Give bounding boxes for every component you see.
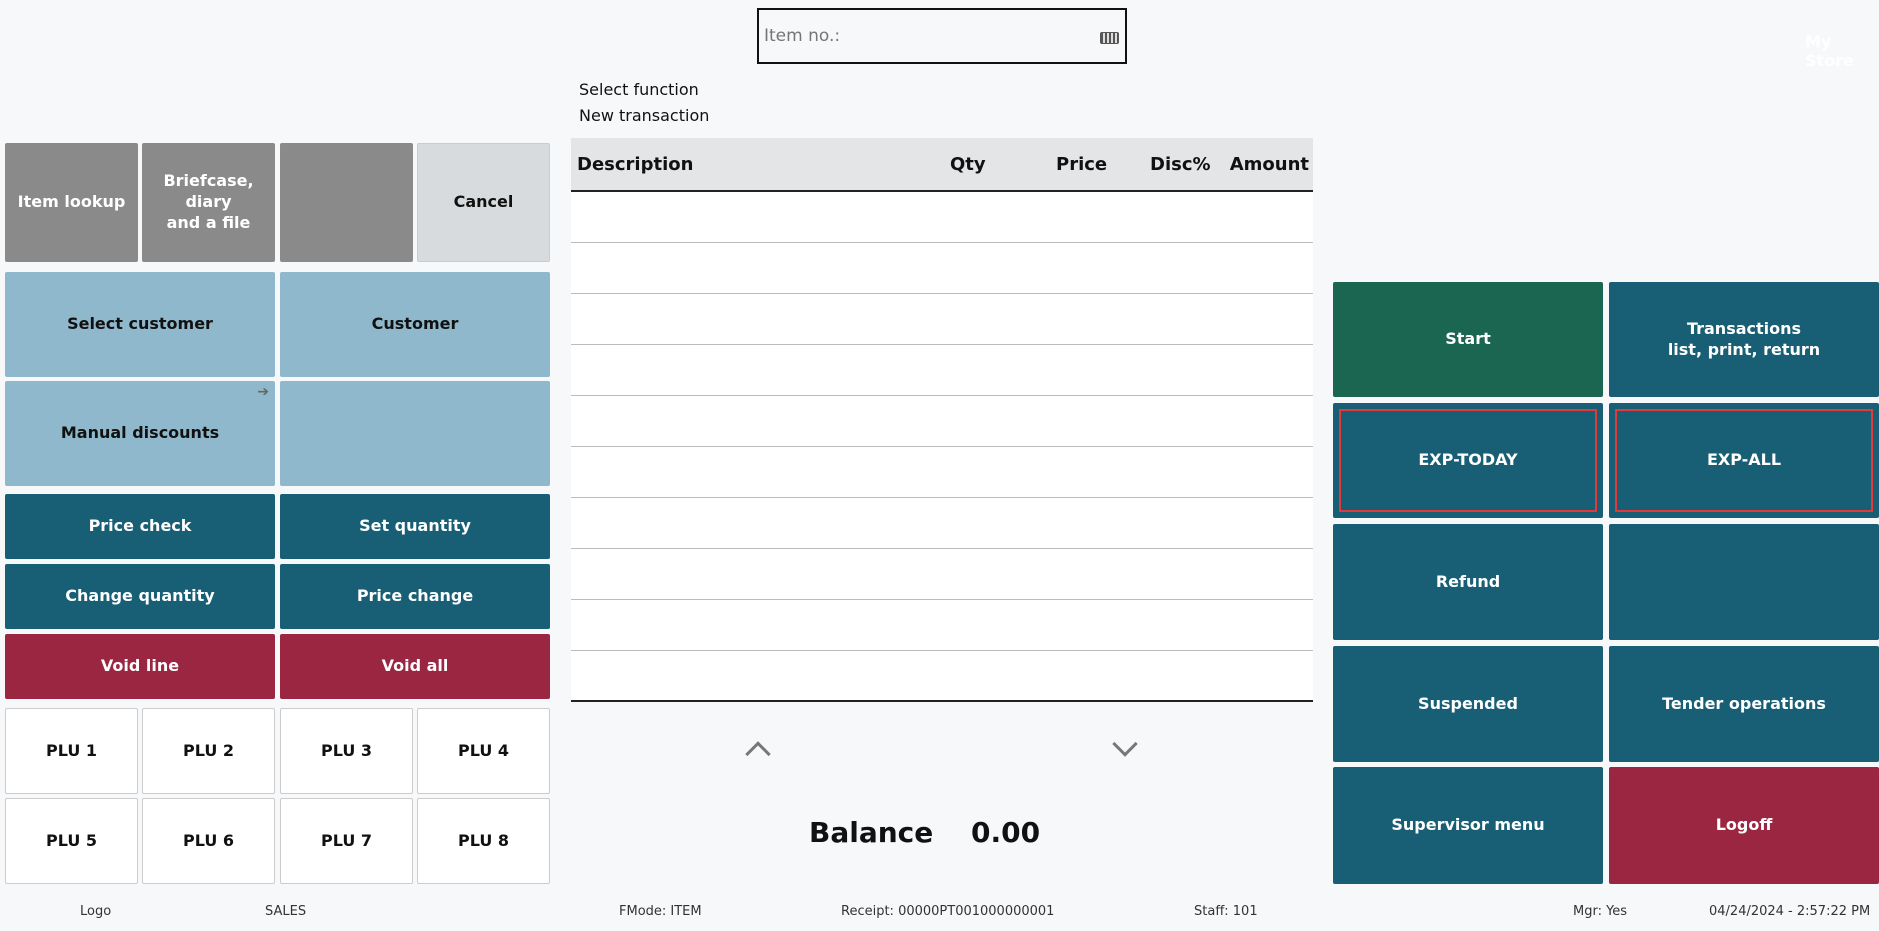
transactions-button[interactable]: Transactions list, print, return xyxy=(1609,282,1879,397)
plu-8-button[interactable]: PLU 8 xyxy=(417,798,550,884)
arrow-right-icon: ➔ xyxy=(257,384,269,400)
info-line-1: Select function xyxy=(579,80,699,99)
item-lookup-button[interactable]: Item lookup xyxy=(5,143,138,262)
plu-4-button[interactable]: PLU 4 xyxy=(417,708,550,794)
item-number-input[interactable] xyxy=(764,26,1064,46)
cancel-button[interactable]: Cancel xyxy=(417,143,550,262)
balance-label: Balance xyxy=(809,816,934,849)
briefcase-button[interactable]: Briefcase, diary and a file xyxy=(142,143,275,262)
plu-2-button[interactable]: PLU 2 xyxy=(142,708,275,794)
logoff-button[interactable]: Logoff xyxy=(1609,767,1879,884)
scroll-up-icon[interactable] xyxy=(745,741,771,767)
table-row[interactable] xyxy=(571,600,1313,651)
table-row[interactable] xyxy=(571,447,1313,498)
store-name: My Store xyxy=(1805,32,1854,70)
col-price: Price xyxy=(1056,153,1108,175)
void-all-button[interactable]: Void all xyxy=(280,634,550,699)
table-header: Description Qty Price Disc% Amount xyxy=(571,138,1313,192)
set-quantity-button[interactable]: Set quantity xyxy=(280,494,550,559)
table-row[interactable] xyxy=(571,498,1313,549)
status-manager: Mgr: Yes xyxy=(1573,904,1628,919)
void-line-button[interactable]: Void line xyxy=(5,634,275,699)
blank-button[interactable] xyxy=(280,143,413,262)
table-row[interactable] xyxy=(571,651,1313,702)
info-line-2: New transaction xyxy=(579,106,710,125)
item-number-field[interactable] xyxy=(757,8,1127,64)
plu-5-button[interactable]: PLU 5 xyxy=(5,798,138,884)
col-amount: Amount xyxy=(1229,153,1309,175)
transaction-table: Description Qty Price Disc% Amount xyxy=(571,138,1313,702)
plu-1-button[interactable]: PLU 1 xyxy=(5,708,138,794)
keyboard-icon[interactable] xyxy=(1100,32,1119,44)
manual-discounts-button[interactable]: Manual discounts ➔ xyxy=(5,381,275,486)
balance-value: 0.00 xyxy=(971,816,1041,849)
start-button[interactable]: Start xyxy=(1333,282,1603,397)
status-datetime: 04/24/2024 - 2:57:22 PM xyxy=(1709,904,1871,919)
col-description: Description xyxy=(577,153,694,175)
suspended-button[interactable]: Suspended xyxy=(1333,646,1603,762)
blank-blue-button[interactable] xyxy=(280,381,550,486)
supervisor-menu-button[interactable]: Supervisor menu xyxy=(1333,767,1603,884)
plu-3-button[interactable]: PLU 3 xyxy=(280,708,413,794)
status-receipt: Receipt: 00000PT001000000001 xyxy=(841,904,1055,919)
select-customer-button[interactable]: Select customer xyxy=(5,272,275,377)
tender-operations-button[interactable]: Tender operations xyxy=(1609,646,1879,762)
scroll-down-icon[interactable] xyxy=(1112,731,1138,757)
manual-discounts-label: Manual discounts xyxy=(60,423,220,443)
customer-button[interactable]: Customer xyxy=(280,272,550,377)
exp-all-button[interactable]: EXP-ALL xyxy=(1609,403,1879,518)
price-change-button[interactable]: Price change xyxy=(280,564,550,629)
table-row[interactable] xyxy=(571,294,1313,345)
plu-7-button[interactable]: PLU 7 xyxy=(280,798,413,884)
status-mode: SALES xyxy=(265,904,307,919)
table-row[interactable] xyxy=(571,192,1313,243)
change-quantity-button[interactable]: Change quantity xyxy=(5,564,275,629)
table-row[interactable] xyxy=(571,396,1313,447)
status-staff: Staff: 101 xyxy=(1194,904,1258,919)
table-row[interactable] xyxy=(571,243,1313,294)
status-fmode: FMode: ITEM xyxy=(619,904,702,919)
table-row[interactable] xyxy=(571,549,1313,600)
exp-today-button[interactable]: EXP-TODAY xyxy=(1333,403,1603,518)
refund-button[interactable]: Refund xyxy=(1333,524,1603,640)
col-qty: Qty xyxy=(950,153,986,175)
col-disc: Disc% xyxy=(1150,153,1211,175)
price-check-button[interactable]: Price check xyxy=(5,494,275,559)
table-row[interactable] xyxy=(571,345,1313,396)
plu-6-button[interactable]: PLU 6 xyxy=(142,798,275,884)
blank-right-button[interactable] xyxy=(1609,524,1879,640)
status-logo: Logo xyxy=(80,904,112,919)
